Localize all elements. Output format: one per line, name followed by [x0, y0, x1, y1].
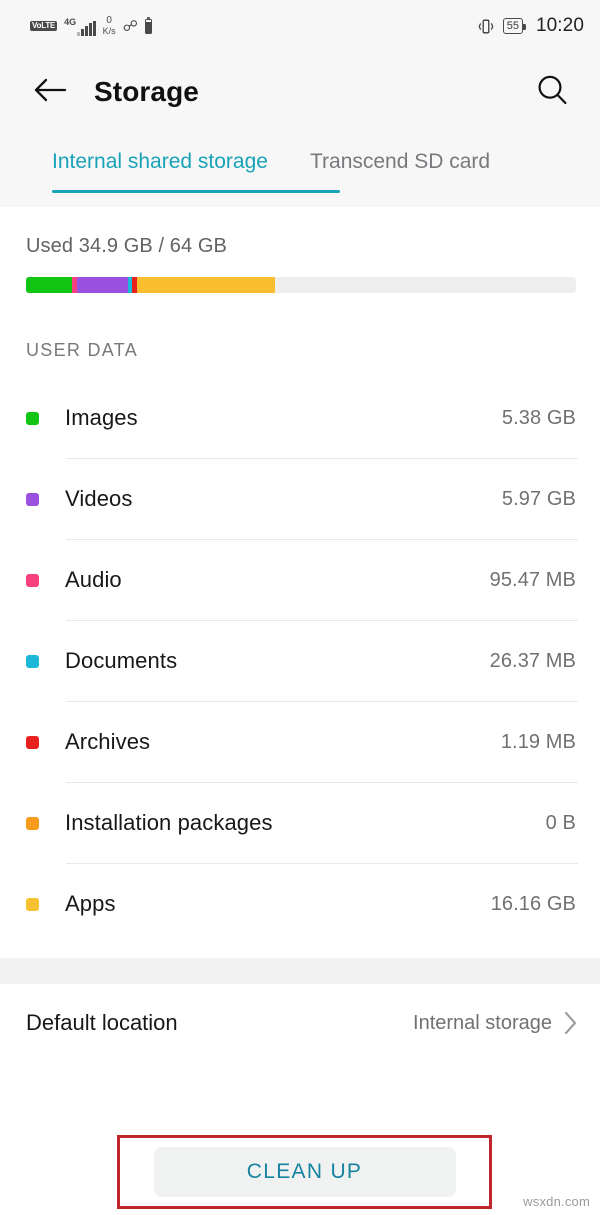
app-bar: Storage [0, 52, 600, 132]
storage-tabs: Internal shared storage Transcend SD car… [0, 132, 600, 207]
default-location-row[interactable]: Default location Internal storage [0, 984, 600, 1062]
back-button[interactable] [28, 70, 72, 114]
search-icon [535, 73, 569, 112]
battery-percent-indicator: 55 [502, 18, 527, 34]
battery-icon [144, 16, 152, 34]
section-header-user-data: USER DATA [26, 340, 139, 360]
usage-bar-segment-videos [76, 277, 128, 293]
data-rate-unit: K/s [102, 26, 116, 36]
table-row[interactable]: Apps 16.16 GB [0, 864, 600, 944]
table-row[interactable]: Audio 95.47 MB [0, 540, 600, 620]
back-arrow-icon [33, 77, 67, 108]
default-location-label: Default location [26, 1010, 178, 1035]
watermark: wsxdn.com [523, 1194, 590, 1209]
cleanup-highlight-box: CLEAN UP [117, 1135, 492, 1209]
category-label: Videos [65, 486, 133, 511]
category-size-value: 16.16 GB [490, 892, 576, 915]
signal-bars-icon: 4G [64, 16, 96, 36]
clean-up-button[interactable]: CLEAN UP [153, 1147, 456, 1197]
usage-summary-text: Used 34.9 GB / 64 GB [26, 235, 227, 257]
category-color-swatch-icon [26, 816, 39, 830]
category-size-value: 5.97 GB [501, 487, 576, 510]
table-row[interactable]: Videos 5.97 GB [0, 459, 600, 539]
category-color-swatch-icon [26, 411, 39, 425]
category-label: Documents [65, 648, 178, 673]
category-label: Archives [65, 729, 151, 754]
data-rate-indicator: 0 K/s [103, 16, 116, 36]
tab-internal-shared-storage[interactable]: Internal shared storage [52, 132, 268, 174]
status-bar: VoLTE 4G 0 K/s ☍ 55 10:20 [0, 0, 600, 52]
search-button[interactable] [530, 70, 574, 114]
usage-summary-block: Used 34.9 GB / 64 GB [0, 207, 600, 293]
category-size-value: 1.19 MB [500, 730, 576, 753]
status-bar-left: VoLTE 4G 0 K/s ☍ [30, 16, 152, 36]
category-label: Installation packages [65, 810, 273, 835]
tab-transcend-sd-card[interactable]: Transcend SD card [310, 132, 490, 174]
status-bar-right: 55 10:20 [478, 15, 584, 37]
chevron-right-icon [563, 1010, 578, 1036]
table-row[interactable]: Archives 1.19 MB [0, 702, 600, 782]
usage-bar-segment-images [26, 277, 73, 293]
table-row[interactable]: Images 5.38 GB [0, 378, 600, 458]
storage-category-list: Images 5.38 GB Videos 5.97 GB Audio 95.47 MB D… [0, 361, 600, 944]
category-color-swatch-icon [26, 492, 39, 506]
table-row[interactable]: Documents 26.37 MB [0, 621, 600, 701]
category-label: Images [65, 405, 138, 430]
category-label: Apps [65, 891, 116, 916]
default-location-value: Internal storage [413, 1011, 552, 1034]
volte-icon: VoLTE [30, 20, 58, 32]
usage-bar-segment-apps [136, 277, 276, 293]
storage-content: Used 34.9 GB / 64 GB USER DATA Images 5.3… [0, 207, 600, 1062]
tab-active-underline [52, 189, 340, 193]
category-label: Audio [65, 567, 122, 592]
bluetooth-icon: ☍ [122, 17, 138, 35]
signal-strength-bars [77, 21, 96, 36]
category-size-value: 26.37 MB [489, 649, 576, 672]
category-color-swatch-icon [26, 735, 39, 749]
category-size-value: 5.38 GB [501, 406, 576, 429]
category-color-swatch-icon [26, 897, 39, 911]
page-title: Storage [94, 76, 199, 107]
category-size-value: 0 B [545, 811, 576, 834]
category-color-swatch-icon [26, 654, 39, 668]
category-size-value: 95.47 MB [489, 568, 576, 591]
table-row[interactable]: Installation packages 0 B [0, 783, 600, 863]
network-type-label: 4G [64, 17, 77, 27]
storage-usage-bar [26, 277, 576, 293]
vibrate-icon [478, 18, 494, 35]
category-color-swatch-icon [26, 573, 39, 587]
status-bar-clock: 10:20 [535, 15, 584, 36]
section-separator-band [0, 958, 600, 984]
data-rate-value: 0 [106, 15, 112, 26]
